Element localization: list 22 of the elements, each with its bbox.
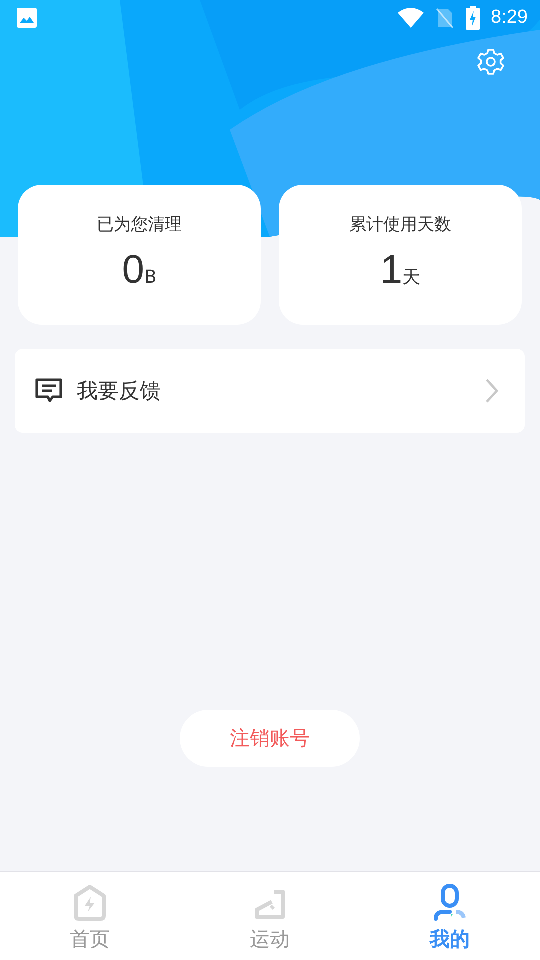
person-icon [432, 884, 468, 922]
nav-tab[interactable]: 我的 [360, 872, 540, 960]
stat-unit: 天 [402, 266, 421, 289]
wifi-icon [397, 7, 426, 29]
house-icon [72, 884, 108, 922]
stat-label: 累计使用天数 [350, 214, 452, 236]
nav-tab[interactable]: 运动 [180, 872, 360, 960]
status-time: 8:29 [491, 7, 528, 29]
logout-button[interactable]: 注销账号 [180, 710, 360, 767]
battery-charging-icon [465, 6, 482, 30]
stat-unit: B [144, 267, 157, 288]
message-icon [35, 378, 63, 404]
feedback-row[interactable]: 我要反馈 [15, 349, 525, 433]
settings-button[interactable] [477, 48, 505, 76]
no-sim-icon [435, 7, 456, 29]
nav-tab[interactable]: 首页 [0, 872, 180, 960]
stat-label: 已为您清理 [97, 214, 182, 236]
feedback-label: 我要反馈 [77, 378, 162, 405]
stat-value: 0 [122, 248, 144, 293]
stat-value: 1 [380, 248, 403, 293]
image-icon [16, 7, 38, 29]
chevron-right-icon [485, 378, 499, 404]
